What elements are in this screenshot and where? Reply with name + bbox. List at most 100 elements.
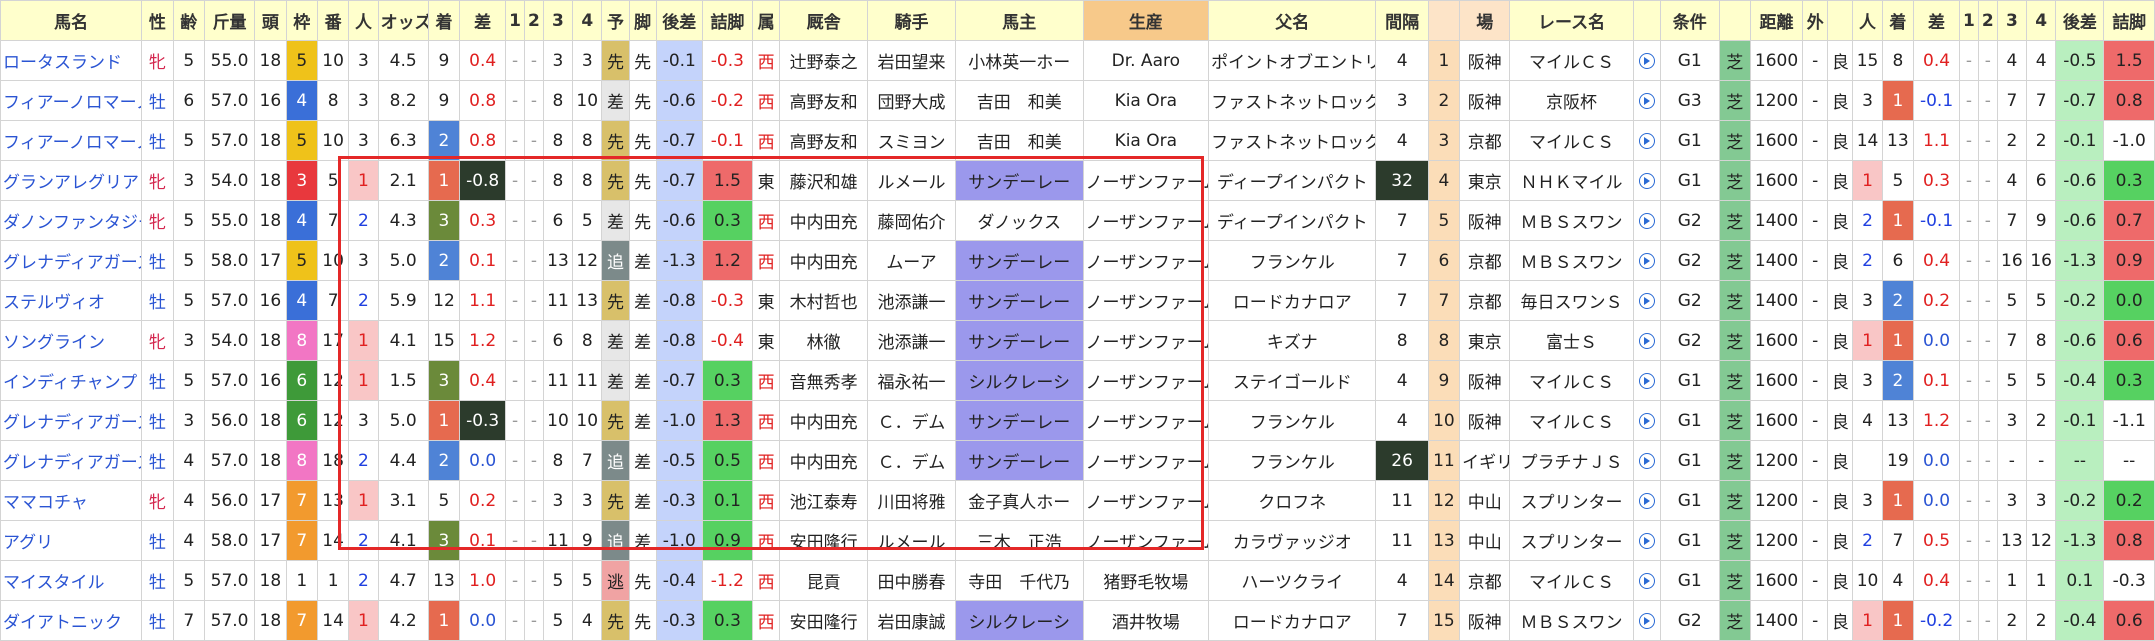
column-header[interactable] xyxy=(1827,0,1854,41)
horse-name-link[interactable]: グレナディアガーズ xyxy=(0,400,143,441)
play-button[interactable] xyxy=(1632,280,1661,321)
column-header[interactable]: 人 xyxy=(348,0,379,41)
horse-name-link[interactable]: ロータスランド xyxy=(0,40,143,81)
play-button[interactable] xyxy=(1632,360,1661,401)
column-header[interactable]: 番 xyxy=(316,0,350,41)
column-header[interactable]: オッズ xyxy=(377,0,429,41)
horse-name-link[interactable]: グランアレグリア xyxy=(0,160,143,201)
play-circle-icon[interactable] xyxy=(1638,332,1655,349)
race-name-cell[interactable]: 毎日スワンＳ xyxy=(1509,280,1634,321)
play-button[interactable] xyxy=(1632,320,1661,361)
play-circle-icon[interactable] xyxy=(1638,612,1655,629)
race-name-cell[interactable]: スプリンター xyxy=(1509,480,1634,521)
column-header[interactable] xyxy=(1427,0,1461,41)
column-header[interactable]: 性 xyxy=(141,0,174,41)
column-header[interactable]: レース名 xyxy=(1509,0,1634,41)
play-button[interactable] xyxy=(1632,120,1661,161)
column-header[interactable]: 斤量 xyxy=(203,0,256,41)
column-header[interactable]: 着 xyxy=(1881,0,1915,41)
play-circle-icon[interactable] xyxy=(1638,412,1655,429)
play-circle-icon[interactable] xyxy=(1638,172,1655,189)
horse-name-link[interactable]: グレナディアガーズ xyxy=(0,440,143,481)
race-name-cell[interactable]: ＭＢＳスワン xyxy=(1509,600,1634,641)
column-header[interactable]: 差 xyxy=(459,0,507,41)
column-header[interactable] xyxy=(1718,0,1751,41)
column-header[interactable]: 父名 xyxy=(1208,0,1377,41)
column-header[interactable]: 枠 xyxy=(285,0,318,41)
column-header[interactable] xyxy=(1632,0,1661,41)
column-header[interactable]: 2 xyxy=(1977,0,1998,41)
column-header[interactable]: 1 xyxy=(1959,0,1979,41)
table-row[interactable]: グレナディアガーズ牡 5 58.0 17 5 10 3 5.0 2 0.1- -13 12 追差 -1.3… xyxy=(0,240,2155,281)
horse-name-link[interactable]: グレナディアガーズ xyxy=(0,240,143,281)
column-header[interactable]: 着 xyxy=(427,0,461,41)
play-button[interactable] xyxy=(1632,240,1661,281)
play-circle-icon[interactable] xyxy=(1638,452,1655,469)
column-header[interactable]: 3 xyxy=(542,0,574,41)
race-name-cell[interactable]: 京阪杯 xyxy=(1509,80,1634,121)
column-header[interactable]: 厩舎 xyxy=(779,0,869,41)
table-row[interactable]: ステルヴィオ牡 5 57.0 16 4 7 2 5.9 12 1.1- -11 13 先差 -0.8 -0.… xyxy=(0,280,2155,321)
table-row[interactable]: ママコチャ牝 4 56.0 17 7 13 1 3.1 5 0.2- -3 3 先差 -0.3 0.1 西池江… xyxy=(0,480,2155,521)
play-circle-icon[interactable] xyxy=(1638,92,1655,109)
horse-name-link[interactable]: アグリ xyxy=(0,520,143,561)
table-row[interactable]: アグリ牡 4 58.0 17 7 14 2 4.1 3 0.1- -11 9 追差 -1.0 0.9 西安田隆… xyxy=(0,520,2155,561)
play-circle-icon[interactable] xyxy=(1638,252,1655,269)
column-header[interactable]: 齢 xyxy=(172,0,205,41)
play-button[interactable] xyxy=(1632,600,1661,641)
column-header[interactable]: 距離 xyxy=(1749,0,1804,41)
race-name-cell[interactable]: スプリンター xyxy=(1509,520,1634,561)
column-header[interactable]: 外 xyxy=(1802,0,1829,41)
play-circle-icon[interactable] xyxy=(1638,572,1655,589)
race-name-cell[interactable]: 富士Ｓ xyxy=(1509,320,1634,361)
horse-name-link[interactable]: インディチャンプ xyxy=(0,360,143,401)
column-header[interactable]: 生産 xyxy=(1082,0,1210,41)
column-header[interactable]: 詰脚 xyxy=(2103,0,2155,41)
column-header[interactable]: 馬名 xyxy=(0,0,143,41)
column-header[interactable]: 4 xyxy=(2025,0,2057,41)
play-button[interactable] xyxy=(1632,80,1661,121)
horse-name-link[interactable]: ダノンファンタジー xyxy=(0,200,143,241)
table-row[interactable]: フィアーノロマーノ牡 5 57.0 18 5 10 3 6.3 2 0.8- -8 8 先先 -0.7 -0… xyxy=(0,120,2155,161)
play-button[interactable] xyxy=(1632,40,1661,81)
horse-name-link[interactable]: フィアーノロマーノ xyxy=(0,80,143,121)
play-button[interactable] xyxy=(1632,200,1661,241)
column-header[interactable]: 騎手 xyxy=(867,0,956,41)
play-circle-icon[interactable] xyxy=(1638,132,1655,149)
horse-name-link[interactable]: ママコチャ xyxy=(0,480,143,521)
table-row[interactable]: インディチャンプ牡 5 57.0 16 6 12 1 1.5 3 0.4- -11 11 差差 -0.7 0… xyxy=(0,360,2155,401)
race-name-cell[interactable]: ＮＨＫマイル xyxy=(1509,160,1634,201)
race-name-cell[interactable]: マイルＣＳ xyxy=(1509,120,1634,161)
table-row[interactable]: ダノンファンタジー牝 5 55.0 18 4 7 2 4.3 3 0.3- -6 5 差先 -0.6 0.3… xyxy=(0,200,2155,241)
column-header[interactable]: 2 xyxy=(524,0,544,41)
column-header[interactable]: 3 xyxy=(1996,0,2028,41)
column-header[interactable]: 後差 xyxy=(655,0,703,41)
table-row[interactable]: グレナディアガーズ牡 3 56.0 18 6 12 3 5.0 1 -0.3- -10 10 先差 -1.… xyxy=(0,400,2155,441)
play-button[interactable] xyxy=(1632,440,1661,481)
play-button[interactable] xyxy=(1632,480,1661,521)
horse-name-link[interactable]: フィアーノロマーノ xyxy=(0,120,143,161)
race-name-cell[interactable]: ＭＢＳスワン xyxy=(1509,240,1634,281)
table-row[interactable]: ロータスランド牝 5 55.0 18 5 10 3 4.5 9 0.4- -3 3 先先 -0.1 -0.3… xyxy=(0,40,2155,81)
table-row[interactable]: ダイアトニック牡 7 57.0 18 7 14 1 4.2 1 0.0- -5 4 先先 -0.3 0.3 西… xyxy=(0,600,2155,641)
play-button[interactable] xyxy=(1632,160,1661,201)
horse-name-link[interactable]: マイスタイル xyxy=(0,560,143,601)
play-circle-icon[interactable] xyxy=(1638,492,1655,509)
column-header[interactable]: 後差 xyxy=(2055,0,2105,41)
race-name-cell[interactable]: マイルＣＳ xyxy=(1509,40,1634,81)
table-row[interactable]: ソングライン牝 3 54.0 18 8 17 1 4.1 15 1.2- -6 8 差差 -0.8 -0.4… xyxy=(0,320,2155,361)
column-header[interactable]: 属 xyxy=(751,0,781,41)
play-button[interactable] xyxy=(1632,400,1661,441)
race-name-cell[interactable]: ＭＢＳスワン xyxy=(1509,200,1634,241)
column-header[interactable]: 4 xyxy=(572,0,603,41)
table-row[interactable]: フィアーノロマーノ牡 6 57.0 16 4 8 3 8.2 9 0.8- -8 10 差先 -0.6 -0… xyxy=(0,80,2155,121)
play-circle-icon[interactable] xyxy=(1638,292,1655,309)
race-name-cell[interactable]: マイルＣＳ xyxy=(1509,560,1634,601)
column-header[interactable]: 1 xyxy=(505,0,525,41)
play-circle-icon[interactable] xyxy=(1638,532,1655,549)
play-circle-icon[interactable] xyxy=(1638,372,1655,389)
column-header[interactable]: 馬主 xyxy=(954,0,1084,41)
table-row[interactable]: マイスタイル牡 5 57.0 18 1 1 2 4.7 13 1.0- -5 5 逃先 -0.4 -1.2 西… xyxy=(0,560,2155,601)
play-circle-icon[interactable] xyxy=(1638,52,1655,69)
play-button[interactable] xyxy=(1632,520,1661,561)
